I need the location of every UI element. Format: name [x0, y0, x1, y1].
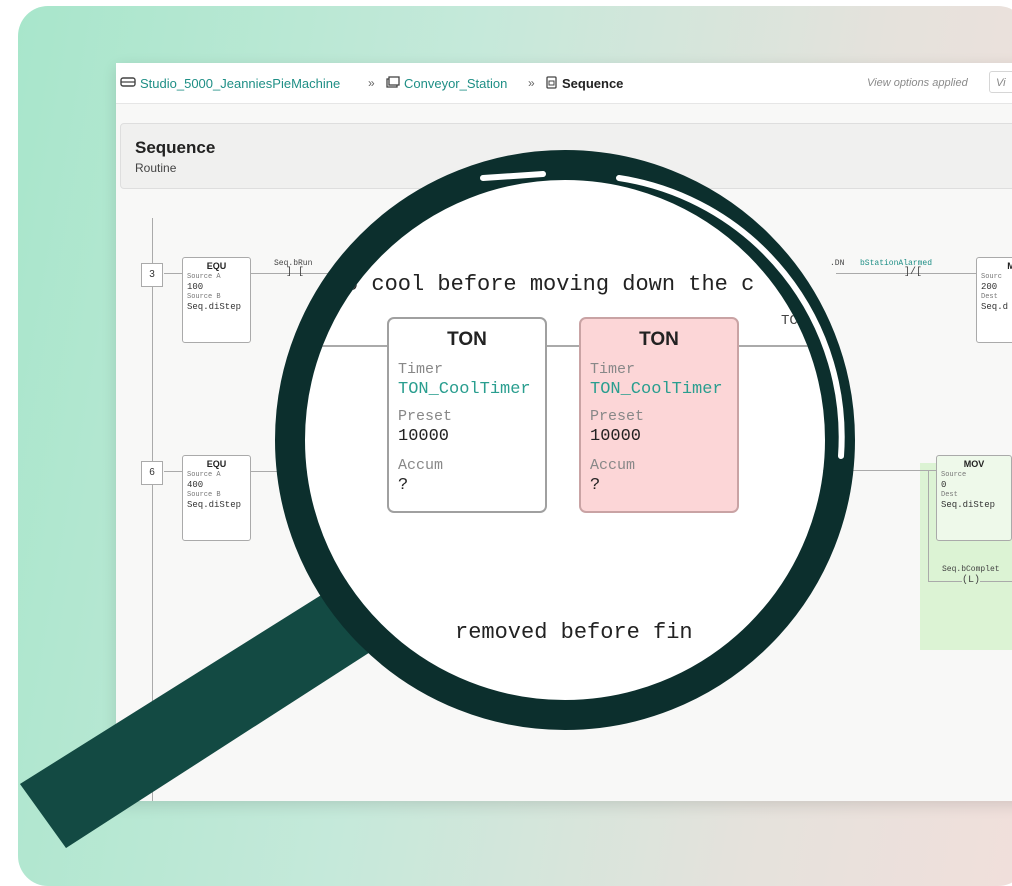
- magnifier-icon: [480, 171, 845, 459]
